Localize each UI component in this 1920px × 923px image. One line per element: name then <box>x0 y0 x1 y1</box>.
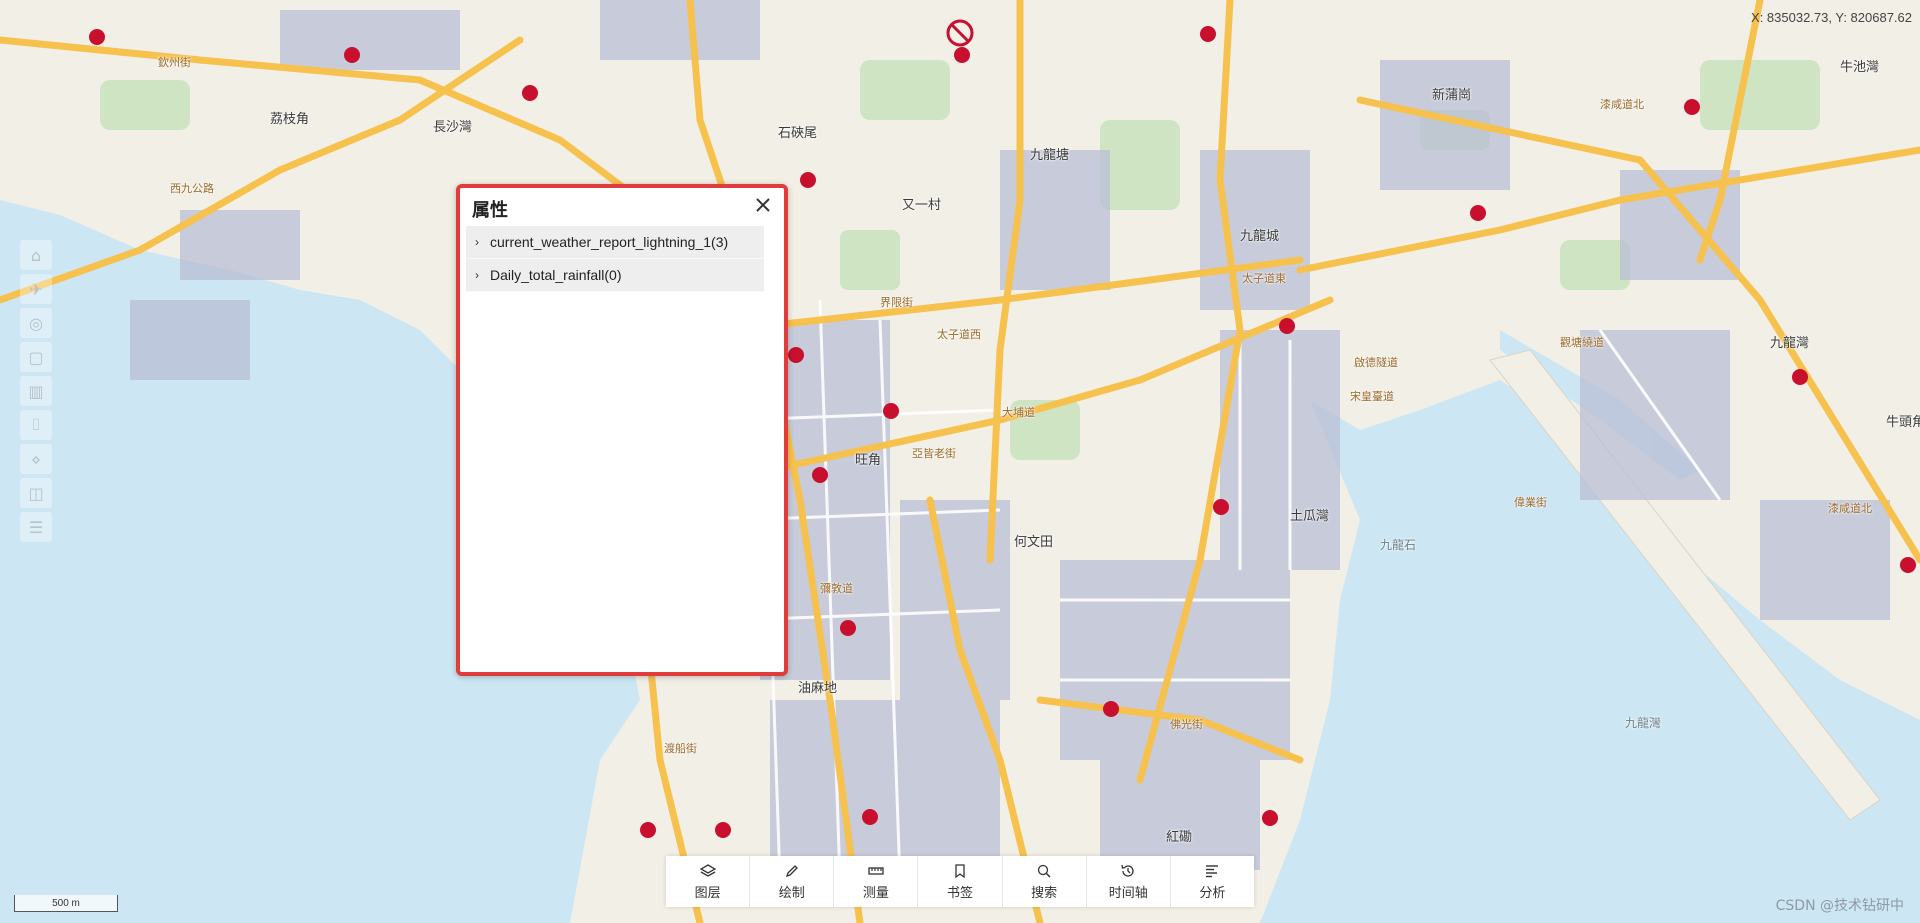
road-label: 啟德隧道 <box>1354 356 1398 369</box>
road-label: 大埔道 <box>1002 406 1035 419</box>
search-label: 搜索 <box>1031 885 1058 901</box>
layer-row[interactable]: › Daily_total_rainfall(0) <box>466 259 764 292</box>
coordinate-readout: X: 835032.73, Y: 820687.62 <box>1751 10 1912 25</box>
place-label: 石硤尾 <box>778 126 818 141</box>
road-label: 太子道東 <box>1242 272 1286 285</box>
road-label: 觀塘繞道 <box>1560 336 1604 349</box>
bookmark-label: 书签 <box>946 885 973 901</box>
split-view-icon[interactable]: ◫ <box>20 478 52 508</box>
place-label: 新蒲崗 <box>1432 88 1472 103</box>
place-label: 九龍城 <box>1240 229 1280 244</box>
chevron-right-icon[interactable]: › <box>466 268 488 282</box>
analysis-label: 分析 <box>1199 885 1226 901</box>
road-label: 渡船街 <box>664 742 697 755</box>
scale-bar: 500 m <box>14 895 118 912</box>
timeline-button[interactable]: 时间轴 <box>1087 856 1171 907</box>
place-label: 油麻地 <box>798 681 838 696</box>
panel-header: 属性 <box>460 188 784 224</box>
list-icon[interactable]: ☰ <box>20 512 52 542</box>
layers-icon <box>699 863 716 877</box>
road-label: 界限街 <box>880 296 913 309</box>
attributes-panel: 属性 › current_weather_report_lightning_1(… <box>456 184 788 676</box>
place-label: 牛池灣 <box>1840 60 1880 75</box>
road-label: 佛光街 <box>1170 718 1203 731</box>
measure-button[interactable]: 测量 <box>834 856 919 907</box>
place-label: 牛頭角 <box>1886 415 1920 430</box>
ruler-icon <box>868 866 884 875</box>
road-label: 亞皆老街 <box>912 447 956 460</box>
road-label: 宋皇臺道 <box>1350 390 1394 403</box>
place-label: 又一村 <box>902 198 942 213</box>
panel-title: 属性 <box>472 200 508 221</box>
road-label: 彌敦道 <box>820 582 853 595</box>
history-icon <box>1121 864 1134 877</box>
place-label: 九龍塘 <box>1030 148 1070 163</box>
bookmark-icon <box>955 863 965 878</box>
timeline-label: 时间轴 <box>1108 885 1148 901</box>
measure-label: 测量 <box>862 885 889 901</box>
road-label: 漆咸道北 <box>1828 502 1872 515</box>
place-label: 長沙灣 <box>433 120 473 135</box>
watermark: CSDN @技术钻研中 <box>1775 898 1904 914</box>
chevron-right-icon[interactable]: › <box>466 235 488 249</box>
align-left-icon <box>1206 864 1219 877</box>
water-label: 九龍灣 <box>1625 716 1662 730</box>
bottom-toolbar: 图层 绘制 测量 书签 搜索 时间轴 分析 <box>666 856 1254 907</box>
square-icon[interactable]: ▢ <box>20 342 52 372</box>
road-label: 太子道西 <box>937 328 981 341</box>
place-label: 荔枝角 <box>270 112 310 127</box>
road-label: 欽州街 <box>158 56 191 69</box>
road-label: 漆咸道北 <box>1600 98 1644 111</box>
place-label: 旺角 <box>855 453 882 468</box>
layer-list: › current_weather_report_lightning_1(3) … <box>466 226 764 292</box>
search-icon <box>1037 864 1051 878</box>
bookmark-button[interactable]: 书签 <box>918 856 1003 907</box>
layer-row-label: Daily_total_rainfall(0) <box>490 267 622 283</box>
side-toolbar: ⌂ ✈ ◎ ▢ ▥ ⌷ ⋄ ◫ ☰ <box>18 240 54 542</box>
water-label: 九龍石 <box>1380 538 1417 552</box>
layer-row[interactable]: › current_weather_report_lightning_1(3) <box>466 226 764 259</box>
close-icon[interactable] <box>754 196 772 214</box>
layers-button[interactable]: 图层 <box>666 856 751 907</box>
place-label: 何文田 <box>1014 535 1054 550</box>
layer-row-label: current_weather_report_lightning_1(3) <box>490 234 729 250</box>
building-icon[interactable]: ▥ <box>20 376 52 406</box>
place-label: 九龍灣 <box>1770 336 1810 351</box>
compass-icon[interactable]: ⋄ <box>20 444 52 474</box>
draw-button[interactable]: 绘制 <box>750 856 835 907</box>
globe-icon[interactable]: ◎ <box>20 308 52 338</box>
pencil-icon <box>785 864 798 877</box>
place-label: 紅磡 <box>1166 830 1193 845</box>
frame-icon[interactable]: ⌷ <box>20 410 52 440</box>
layers-label: 图层 <box>694 885 721 901</box>
road-label: 偉業街 <box>1514 496 1547 509</box>
home-icon[interactable]: ⌂ <box>20 240 52 270</box>
place-label: 土瓜灣 <box>1290 509 1330 524</box>
analysis-button[interactable]: 分析 <box>1171 856 1254 907</box>
draw-label: 绘制 <box>778 885 805 901</box>
road-label: 西九公路 <box>170 182 214 195</box>
search-button[interactable]: 搜索 <box>1003 856 1087 907</box>
plane-icon[interactable]: ✈ <box>20 274 52 304</box>
map-canvas[interactable] <box>0 0 1920 923</box>
